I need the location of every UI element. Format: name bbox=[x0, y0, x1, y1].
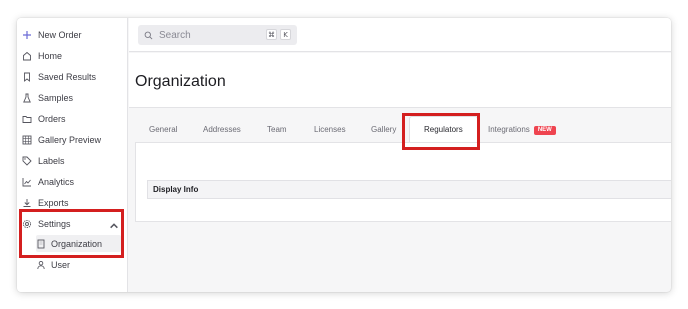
sidebar-item-label: Gallery Preview bbox=[38, 135, 102, 145]
user-icon bbox=[36, 260, 46, 270]
page-title: Organization bbox=[135, 73, 226, 90]
flask-icon bbox=[22, 93, 32, 103]
tag-icon bbox=[22, 156, 32, 166]
grid-icon bbox=[22, 135, 32, 145]
search-icon bbox=[144, 31, 153, 39]
shortcut-key-k: K bbox=[280, 29, 291, 40]
sidebar-item-exports[interactable]: Exports bbox=[22, 194, 122, 212]
sidebar-item-label: Settings bbox=[38, 219, 71, 229]
sidebar-subitem-label: Organization bbox=[51, 238, 103, 249]
app-window: New Order Home Saved Results Samples Ord bbox=[17, 18, 671, 292]
sidebar-subitem-user[interactable]: User bbox=[36, 256, 121, 273]
chart-icon bbox=[22, 177, 32, 187]
sidebar-item-label: New Order bbox=[38, 30, 82, 40]
sidebar-item-label: Orders bbox=[38, 114, 66, 124]
sidebar-item-label: Saved Results bbox=[38, 72, 97, 82]
sidebar-item-analytics[interactable]: Analytics bbox=[22, 173, 122, 191]
sidebar-item-label: Labels bbox=[38, 156, 65, 166]
regulators-panel: Display Info bbox=[135, 142, 671, 222]
chevron-up-icon[interactable] bbox=[109, 221, 119, 231]
plus-icon bbox=[22, 30, 32, 40]
shortcut-key-cmd: ⌘ bbox=[266, 29, 277, 40]
building-icon bbox=[36, 239, 46, 249]
sidebar-item-label: Analytics bbox=[38, 177, 75, 187]
tab-label: Integrations bbox=[488, 125, 530, 134]
sidebar-subitem-organization[interactable]: Organization bbox=[36, 235, 121, 252]
tab-gallery[interactable]: Gallery bbox=[371, 123, 396, 137]
sidebar-item-orders[interactable]: Orders bbox=[22, 110, 122, 128]
top-bar: ⌘ K bbox=[129, 18, 671, 52]
sidebar-item-home[interactable]: Home bbox=[22, 47, 122, 65]
folder-icon bbox=[22, 114, 32, 124]
sidebar-item-settings[interactable]: Settings bbox=[22, 215, 122, 233]
sidebar-item-label: Home bbox=[38, 51, 63, 61]
display-info-section[interactable]: Display Info bbox=[147, 180, 671, 199]
sidebar-item-label: Samples bbox=[38, 93, 74, 103]
sidebar-item-samples[interactable]: Samples bbox=[22, 89, 122, 107]
search-input[interactable] bbox=[159, 29, 259, 41]
page-header: Organization bbox=[129, 53, 671, 108]
sidebar-item-label: Exports bbox=[38, 198, 69, 208]
sidebar-item-labels[interactable]: Labels bbox=[22, 152, 122, 170]
sidebar: New Order Home Saved Results Samples Ord bbox=[17, 18, 128, 292]
search-box[interactable]: ⌘ K bbox=[138, 25, 297, 45]
tab-regulators[interactable]: Regulators bbox=[409, 116, 478, 143]
sidebar-item-saved-results[interactable]: Saved Results bbox=[22, 68, 122, 86]
sidebar-subitem-label: User bbox=[51, 259, 71, 270]
tab-addresses[interactable]: Addresses bbox=[203, 123, 241, 137]
tab-licenses[interactable]: Licenses bbox=[314, 123, 346, 137]
tab-integrations[interactable]: Integrations NEW bbox=[488, 123, 556, 137]
new-badge: NEW bbox=[533, 126, 556, 135]
tab-general[interactable]: General bbox=[149, 123, 177, 137]
sidebar-item-gallery-preview[interactable]: Gallery Preview bbox=[22, 131, 122, 149]
gear-icon bbox=[22, 219, 32, 229]
sidebar-item-new-order[interactable]: New Order bbox=[22, 26, 122, 44]
tab-team[interactable]: Team bbox=[267, 123, 287, 137]
bookmark-icon bbox=[22, 72, 32, 82]
home-icon bbox=[22, 51, 32, 61]
download-icon bbox=[22, 198, 32, 208]
